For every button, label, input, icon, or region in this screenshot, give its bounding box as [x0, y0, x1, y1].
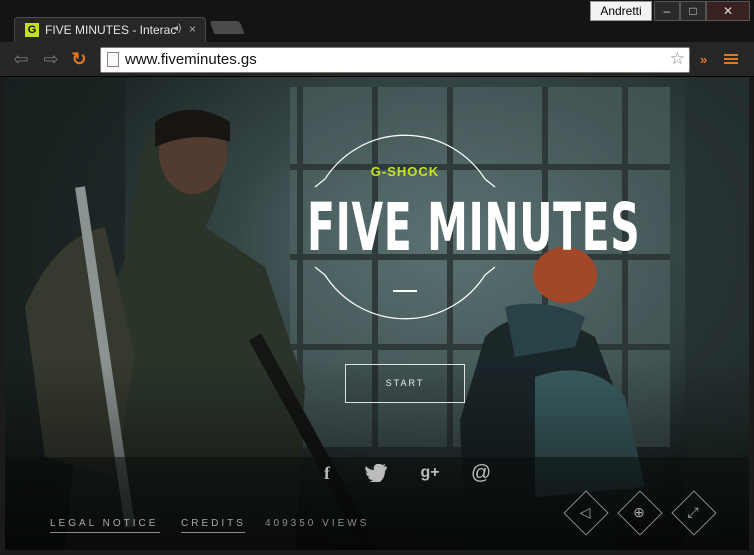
twitter-icon[interactable] — [365, 464, 387, 482]
new-tab-button[interactable] — [209, 21, 245, 34]
page-icon — [107, 52, 119, 67]
views-counter: 409350 VIEWS — [265, 518, 370, 529]
audio-icon[interactable]: ◂) — [173, 23, 181, 34]
toolbar: ⇦ ⇨ ↻ www.fiveminutes.gs ☆ » — [0, 42, 754, 77]
facebook-icon[interactable]: f — [317, 461, 337, 485]
maximize-button[interactable]: □ — [680, 1, 706, 21]
close-tab-icon[interactable]: × — [189, 22, 196, 36]
menu-icon[interactable] — [724, 52, 738, 66]
email-icon[interactable]: @ — [469, 461, 493, 485]
back-icon[interactable]: ⇦ — [10, 48, 32, 70]
tab-five-minutes[interactable]: G FIVE MINUTES - Interac ◂) × — [14, 17, 206, 44]
page-title: FIVE MINUTES — [307, 189, 641, 266]
url-text[interactable]: www.fiveminutes.gs — [125, 51, 257, 68]
close-window-button[interactable]: ✕ — [706, 1, 750, 21]
reload-icon[interactable]: ↻ — [68, 48, 90, 70]
profile-name[interactable]: Andretti — [590, 1, 652, 21]
page-content: G-SHOCK FIVE MINUTES START f g+ @ LEGAL … — [5, 77, 749, 550]
title-bar: Andretti – □ ✕ G FIVE MINUTES - Interac … — [0, 0, 754, 44]
forward-icon[interactable]: ⇨ — [40, 48, 62, 70]
bookmark-star-icon[interactable]: ☆ — [670, 49, 685, 69]
start-button[interactable]: START — [345, 364, 465, 403]
legal-notice-underline — [50, 532, 160, 533]
credits-link[interactable]: CREDITS — [181, 518, 246, 529]
tab-title: FIVE MINUTES - Interac — [45, 23, 177, 37]
title-dash — [393, 290, 417, 292]
globe-icon[interactable]: ⊕ — [624, 504, 654, 521]
minimize-button[interactable]: – — [654, 1, 680, 21]
google-plus-icon[interactable]: g+ — [417, 461, 443, 485]
address-bar[interactable]: www.fiveminutes.gs ☆ — [100, 47, 690, 73]
fullscreen-icon[interactable]: ⤢ — [678, 504, 708, 521]
browser-window: Andretti – □ ✕ G FIVE MINUTES - Interac … — [0, 0, 754, 555]
credits-underline — [181, 532, 245, 533]
sound-icon[interactable]: ◁ — [570, 504, 600, 521]
favicon-icon: G — [25, 23, 39, 37]
extensions-chevron-icon[interactable]: » — [700, 52, 707, 67]
legal-notice-link[interactable]: LEGAL NOTICE — [50, 518, 158, 529]
g-shock-logo: G-SHOCK — [370, 164, 440, 179]
